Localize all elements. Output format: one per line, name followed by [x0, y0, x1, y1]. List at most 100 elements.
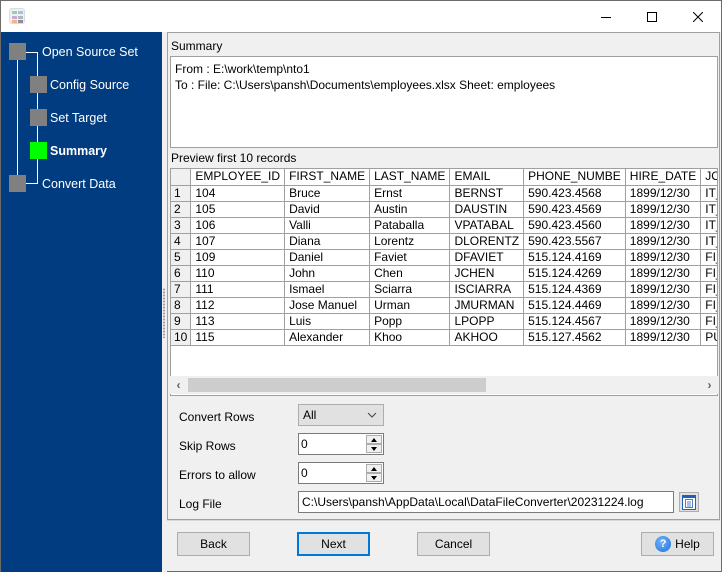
skip-rows-input[interactable] — [301, 436, 365, 452]
preview-grid[interactable]: EMPLOYEE_ID FIRST_NAME LAST_NAME EMAIL P… — [170, 168, 718, 396]
table-cell[interactable]: 1899/12/30 — [624, 312, 702, 330]
table-cell[interactable]: FI_ACCOUNT — [700, 248, 717, 266]
table-cell[interactable]: Popp — [369, 312, 451, 330]
table-cell[interactable]: 1899/12/30 — [624, 232, 702, 250]
column-header[interactable]: JOB_ID — [700, 169, 717, 186]
table-cell[interactable]: 1899/12/30 — [624, 264, 702, 282]
column-header[interactable]: HIRE_DATE — [624, 169, 702, 186]
convert-rows-select[interactable]: All — [298, 404, 384, 426]
table-cell[interactable]: IT_PROG — [700, 200, 717, 218]
table-cell[interactable]: DFAVIET — [449, 248, 525, 266]
table-cell[interactable]: Sciarra — [369, 280, 451, 298]
table-cell[interactable]: 1899/12/30 — [624, 328, 702, 346]
column-header[interactable]: PHONE_NUMBE — [523, 169, 626, 186]
table-row[interactable]: 2 105 David Austin DAUSTIN 590.423.4569 1899/1… — [171, 200, 717, 218]
skip-rows-down-button[interactable] — [366, 444, 382, 453]
table-cell[interactable]: JCHEN — [449, 264, 525, 282]
table-cell[interactable]: Pataballa — [369, 216, 451, 234]
table-cell[interactable]: Valli — [284, 216, 371, 234]
table-cell[interactable]: DAUSTIN — [449, 200, 525, 218]
table-row[interactable]: 5 109 Daniel Faviet DFAVIET 515.124.4169 1899/… — [171, 248, 717, 266]
table-cell[interactable]: Bruce — [284, 184, 371, 202]
table-cell[interactable]: 109 — [190, 248, 286, 266]
table-cell[interactable]: 590.423.4569 — [523, 200, 626, 218]
table-row[interactable]: 3 106 Valli Pataballa VPATABAL 590.423.4560 18… — [171, 216, 717, 234]
table-cell[interactable]: 515.124.4369 — [523, 280, 626, 298]
column-header[interactable]: LAST_NAME — [369, 169, 451, 186]
close-button[interactable] — [675, 1, 721, 32]
back-button[interactable]: Back — [177, 532, 250, 556]
table-cell[interactable]: 111 — [190, 280, 286, 298]
table-cell[interactable]: Austin — [369, 200, 451, 218]
column-header[interactable]: EMAIL — [449, 169, 525, 186]
row-number[interactable]: 3 — [171, 216, 192, 234]
table-cell[interactable]: FI_ACCOUNT — [700, 280, 717, 298]
scrollbar-thumb[interactable] — [188, 378, 486, 392]
table-cell[interactable]: IT_PROG — [700, 232, 717, 250]
table-cell[interactable]: ISCIARRA — [449, 280, 525, 298]
scroll-right-button[interactable]: › — [701, 376, 718, 394]
column-header[interactable]: FIRST_NAME — [284, 169, 371, 186]
table-cell[interactable]: 115 — [190, 328, 286, 346]
table-cell[interactable]: BERNST — [449, 184, 525, 202]
table-cell[interactable]: VPATABAL — [449, 216, 525, 234]
errors-to-allow-input[interactable] — [301, 465, 365, 481]
row-number[interactable]: 7 — [171, 280, 192, 298]
table-cell[interactable]: 1899/12/30 — [624, 248, 702, 266]
table-cell[interactable]: FI_ACCOUNT — [700, 312, 717, 330]
table-cell[interactable]: 105 — [190, 200, 286, 218]
table-cell[interactable]: 590.423.4568 — [523, 184, 626, 202]
splitter-grip[interactable] — [163, 288, 165, 338]
table-cell[interactable]: 112 — [190, 296, 286, 314]
scroll-left-button[interactable]: ‹ — [170, 376, 187, 394]
table-cell[interactable]: 1899/12/30 — [624, 296, 702, 314]
row-number[interactable]: 1 — [171, 184, 192, 202]
table-cell[interactable]: Diana — [284, 232, 371, 250]
next-button[interactable]: Next — [297, 532, 370, 556]
table-row[interactable]: 7 111 Ismael Sciarra ISCIARRA 515.124.4369 189… — [171, 280, 717, 298]
table-row[interactable]: 1 104 Bruce Ernst BERNST 590.423.4568 1899/12/… — [171, 184, 717, 202]
table-cell[interactable]: Daniel — [284, 248, 371, 266]
table-cell[interactable]: Faviet — [369, 248, 451, 266]
table-cell[interactable]: AKHOO — [449, 328, 525, 346]
maximize-button[interactable] — [629, 1, 675, 32]
table-cell[interactable]: 515.124.4567 — [523, 312, 626, 330]
table-cell[interactable]: 106 — [190, 216, 286, 234]
table-row[interactable]: 10 115 Alexander Khoo AKHOO 515.127.4562 1899/… — [171, 328, 717, 346]
row-number[interactable]: 9 — [171, 312, 192, 330]
table-cell[interactable]: 590.423.5567 — [523, 232, 626, 250]
table-cell[interactable]: IT_PROG — [700, 216, 717, 234]
errors-down-button[interactable] — [366, 473, 382, 482]
table-cell[interactable]: DLORENTZ — [449, 232, 525, 250]
table-cell[interactable]: Ernst — [369, 184, 451, 202]
table-cell[interactable]: David — [284, 200, 371, 218]
skip-rows-up-button[interactable] — [366, 435, 382, 444]
row-number[interactable]: 8 — [171, 296, 192, 314]
table-cell[interactable]: 113 — [190, 312, 286, 330]
table-cell[interactable]: Khoo — [369, 328, 451, 346]
table-cell[interactable]: 1899/12/30 — [624, 184, 702, 202]
horizontal-scrollbar[interactable]: ‹ › — [170, 376, 718, 394]
table-cell[interactable]: 1899/12/30 — [624, 200, 702, 218]
table-cell[interactable]: Lorentz — [369, 232, 451, 250]
table-cell[interactable]: 1899/12/30 — [624, 280, 702, 298]
table-cell[interactable]: Jose Manuel — [284, 296, 371, 314]
corner-cell[interactable] — [171, 169, 192, 186]
table-cell[interactable]: Luis — [284, 312, 371, 330]
browse-log-file-button[interactable] — [679, 492, 699, 512]
table-cell[interactable]: 590.423.4560 — [523, 216, 626, 234]
table-cell[interactable]: 107 — [190, 232, 286, 250]
row-number[interactable]: 4 — [171, 232, 192, 250]
table-cell[interactable]: 515.124.4169 — [523, 248, 626, 266]
row-number[interactable]: 2 — [171, 200, 192, 218]
column-header[interactable]: EMPLOYEE_ID — [190, 169, 286, 186]
cancel-button[interactable]: Cancel — [417, 532, 490, 556]
summary-textbox[interactable]: From : E:\work\temp\nto1 To : File: C:\U… — [170, 56, 718, 148]
table-cell[interactable]: IT_PROG — [700, 184, 717, 202]
table-cell[interactable]: FI_ACCOUNT — [700, 264, 717, 282]
table-cell[interactable]: LPOPP — [449, 312, 525, 330]
table-cell[interactable]: 515.124.4469 — [523, 296, 626, 314]
table-cell[interactable]: 110 — [190, 264, 286, 282]
minimize-button[interactable] — [583, 1, 629, 32]
table-cell[interactable]: Chen — [369, 264, 451, 282]
